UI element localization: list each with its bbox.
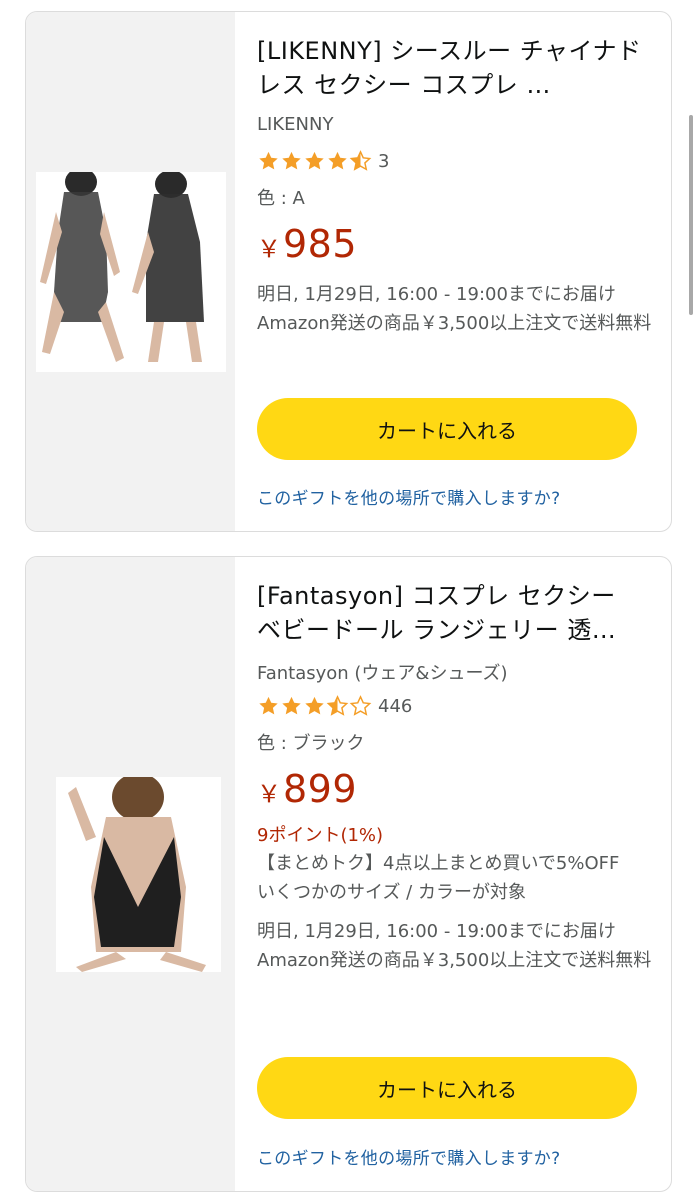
star-rating	[257, 150, 372, 172]
star-full-icon	[282, 151, 301, 170]
delivery-info: 明日, 1月29日, 16:00 - 19:00までにお届け Amazon発送の…	[257, 921, 652, 971]
star-full-icon	[259, 151, 278, 170]
add-to-cart-button[interactable]: カートに入れる	[257, 398, 637, 460]
star-empty-icon	[349, 695, 372, 716]
bulk-discount-promo[interactable]: 【まとめトク】4点以上まとめ買いで5%OFF いくつかのサイズ / カラーが対象	[257, 849, 627, 907]
points-info: 9ポイント(1%)	[257, 825, 384, 846]
product-brand: Fantasyon (ウェア&シューズ)	[257, 663, 508, 684]
product-info: [Fantasyon] コスプレ セクシー ベビードール ランジェリー 透… F…	[235, 557, 671, 1191]
rating-count: 3	[378, 150, 390, 172]
product-price: ￥ 985	[257, 222, 657, 270]
product-brand: LIKENNY	[257, 114, 334, 135]
product-card: [Fantasyon] コスプレ セクシー ベビードール ランジェリー 透… F…	[25, 556, 672, 1192]
product-image[interactable]	[56, 777, 221, 972]
star-full-icon	[259, 696, 278, 715]
star-full-icon	[282, 696, 301, 715]
rating-row[interactable]: 3	[257, 148, 657, 174]
product-title[interactable]: [LIKENNY] シースルー チャイナドレス セクシー コスプレ …	[257, 34, 647, 102]
product-image-area[interactable]	[26, 557, 235, 1191]
product-title[interactable]: [Fantasyon] コスプレ セクシー ベビードール ランジェリー 透…	[257, 579, 647, 647]
star-half-icon	[326, 695, 349, 716]
product-price: ￥ 899	[257, 767, 657, 815]
product-info: [LIKENNY] シースルー チャイナドレス セクシー コスプレ … LIKE…	[235, 12, 671, 531]
currency-symbol: ￥	[257, 235, 281, 263]
product-variant: 色 : ブラック	[257, 733, 365, 754]
star-full-icon	[328, 151, 347, 170]
rating-row[interactable]: 446	[257, 693, 657, 719]
rating-count: 446	[378, 695, 413, 717]
gift-link[interactable]: このギフトを他の場所で購入しますか?	[257, 1144, 560, 1169]
price-amount: 899	[283, 767, 358, 811]
scrollbar[interactable]	[689, 115, 693, 315]
gift-link[interactable]: このギフトを他の場所で購入しますか?	[257, 484, 560, 509]
price-amount: 985	[283, 222, 358, 266]
star-full-icon	[305, 696, 324, 715]
star-half-icon	[349, 150, 372, 171]
product-image[interactable]	[36, 172, 226, 372]
product-image-area[interactable]	[26, 12, 235, 531]
add-to-cart-button[interactable]: カートに入れる	[257, 1057, 637, 1119]
star-rating	[257, 695, 372, 717]
star-full-icon	[305, 151, 324, 170]
product-variant: 色 : A	[257, 188, 305, 209]
currency-symbol: ￥	[257, 780, 281, 808]
delivery-info: 明日, 1月29日, 16:00 - 19:00までにお届け Amazon発送の…	[257, 284, 652, 334]
product-card: [LIKENNY] シースルー チャイナドレス セクシー コスプレ … LIKE…	[25, 11, 672, 532]
